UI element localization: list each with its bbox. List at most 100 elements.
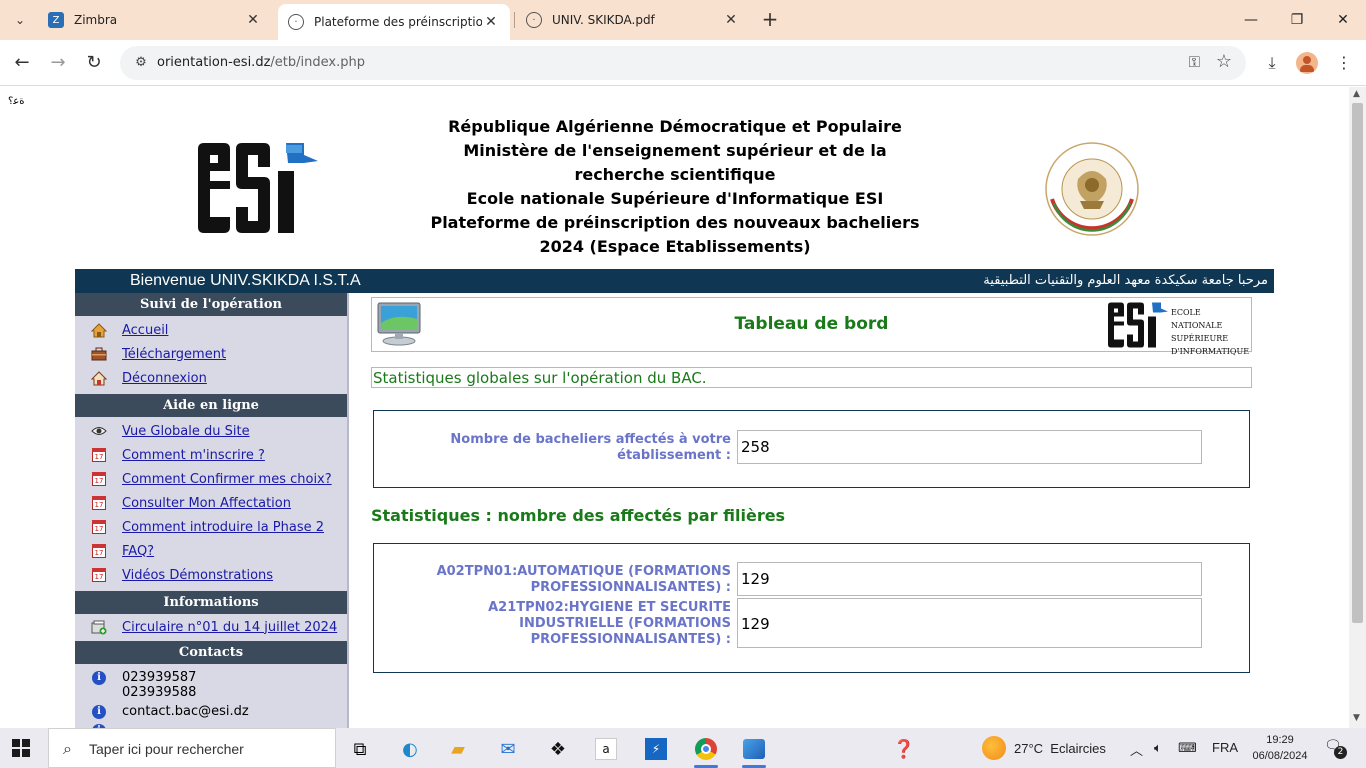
esi-logo	[198, 143, 318, 233]
info-icon: i	[90, 670, 108, 685]
tab-plateforme[interactable]: · Plateforme des préinscriptions ✕	[278, 4, 510, 40]
window-close-icon[interactable]: ✕	[1320, 6, 1366, 34]
app-blue-icon[interactable]: ⚡	[636, 732, 676, 766]
sidebar-link[interactable]: Circulaire n°01 du 14 juillet 2024	[122, 620, 337, 635]
photos-icon[interactable]	[734, 732, 774, 768]
sidebar-item-circulaire[interactable]: Circulaire n°01 du 14 juillet 2024	[75, 615, 347, 639]
close-icon[interactable]: ✕	[722, 12, 740, 28]
url-text[interactable]: orientation-esi.dz/etb/index.php	[157, 55, 365, 70]
chevron-up-icon[interactable]: ︿	[1130, 740, 1143, 759]
scroll-up-icon[interactable]: ▲	[1353, 89, 1360, 99]
header-line: République Algérienne Démocratique et Po…	[448, 117, 902, 136]
amazon-icon[interactable]: a	[586, 732, 626, 766]
tab-zimbra[interactable]: Z Zimbra ✕	[38, 4, 272, 36]
browser-toolbar: ← → ↻ ⚙ orientation-esi.dz/etb/index.php…	[0, 40, 1366, 86]
contact-email: i contact.bac@esi.dz	[90, 704, 347, 719]
sidebar-item-phase2[interactable]: 17 Comment introduire la Phase 2	[75, 515, 347, 539]
edge-icon[interactable]: ◐	[390, 732, 430, 766]
address-bar[interactable]: ⚙ orientation-esi.dz/etb/index.php ⚿ ☆	[120, 46, 1246, 80]
tab-search-icon[interactable]: ⌄	[8, 8, 32, 32]
sidebar-link[interactable]: Vidéos Démonstrations	[122, 568, 273, 583]
tab-pdf[interactable]: · UNIV. SKIKDA.pdf ✕	[516, 4, 750, 36]
weather-widget[interactable]: 27°C Eclaircies	[982, 736, 1106, 760]
globe-icon: ·	[526, 12, 542, 28]
esi-logo-small	[1108, 302, 1168, 348]
taskbar: ⌕ Taper ici pour rechercher ⧉ ◐ ▰ ✉ ❖ a …	[0, 728, 1366, 768]
scroll-down-icon[interactable]: ▼	[1353, 713, 1360, 723]
sidebar-link[interactable]: Consulter Mon Affectation	[122, 496, 291, 511]
filiere-value-field: 129	[737, 562, 1202, 596]
new-tab-icon[interactable]: +	[758, 8, 782, 32]
windows-start-icon[interactable]	[12, 739, 30, 757]
close-icon[interactable]: ✕	[482, 14, 500, 30]
sidebar-link[interactable]: Déconnexion	[122, 371, 207, 386]
tab-strip: ⌄ Z Zimbra ✕ · Plateforme des préinscrip…	[0, 0, 1366, 40]
avatar[interactable]	[1296, 52, 1318, 74]
contacts: i 023939587 023939588 i contact.bac@esi.…	[75, 670, 347, 728]
sidebar-item-faq[interactable]: 17 FAQ?	[75, 539, 347, 563]
sidebar-item-vue-globale[interactable]: Vue Globale du Site	[75, 419, 347, 443]
clock-time: 19:29	[1266, 734, 1294, 746]
scroll-thumb[interactable]	[1352, 103, 1363, 623]
dropbox-icon[interactable]: ❖	[538, 732, 578, 766]
help-icon[interactable]: ❓	[884, 732, 924, 766]
header-line: Plateforme de préinscription des nouveau…	[430, 213, 920, 232]
page-viewport: ﺓﻋ؟ République Algérienne Démocratique e…	[0, 87, 1349, 728]
chrome-icon[interactable]	[686, 732, 726, 768]
sidebar-link[interactable]: Comment Confirmer mes choix?	[122, 472, 332, 487]
page-scrollbar[interactable]: ▲ ▼	[1349, 87, 1366, 728]
info-icon: i	[90, 704, 108, 719]
language-indicator[interactable]: FRA	[1212, 740, 1238, 755]
welcome-text-arabic: مرحبا جامعة سكيكدة معهد العلوم والتقنيات…	[983, 273, 1268, 288]
tab-label: Plateforme des préinscriptions	[314, 15, 482, 29]
weather-temp: 27°C	[1014, 740, 1044, 756]
briefcase-icon	[90, 346, 108, 362]
reload-icon[interactable]: ↻	[80, 49, 108, 77]
sidebar-item-accueil[interactable]: Accueil	[75, 318, 347, 342]
sidebar-link[interactable]: Comment m'inscrire ?	[122, 448, 265, 463]
keyboard-icon[interactable]: ⌨	[1178, 740, 1197, 756]
header-line: 2024 (Espace Etablissements)	[539, 237, 811, 256]
mail-icon[interactable]: ✉	[488, 732, 528, 766]
close-icon[interactable]: ✕	[244, 12, 262, 28]
key-icon[interactable]: ⚿	[1189, 53, 1200, 71]
speaker-icon[interactable]: 🔈︎	[1154, 740, 1162, 756]
sidebar-link[interactable]: FAQ?	[122, 544, 154, 559]
taskbar-search[interactable]: ⌕ Taper ici pour rechercher	[48, 728, 336, 768]
esi-small-logo: ECOLE NATIONALE SUPÉRIEURE D'INFORMATIQU…	[1107, 300, 1249, 356]
sidebar-section-title: Suivi de l'opération	[75, 293, 347, 316]
site-info-icon[interactable]: ⚙	[132, 54, 150, 72]
eye-icon	[90, 423, 108, 439]
restore-icon[interactable]: ❐	[1274, 6, 1320, 34]
stat-box-global: Nombre de bacheliers affectés à votre ét…	[373, 410, 1250, 488]
welcome-banner: Bienvenue UNIV.SKIKDA I.S.T.A مرحبا جامع…	[75, 269, 1274, 293]
sidebar-section-title: Contacts	[75, 641, 347, 664]
star-icon[interactable]: ☆	[1216, 51, 1232, 72]
sidebar-item-affectation[interactable]: 17 Consulter Mon Affectation	[75, 491, 347, 515]
stray-text: ﺓﻋ؟	[8, 96, 25, 107]
sidebar-item-confirmer[interactable]: 17 Comment Confirmer mes choix?	[75, 467, 347, 491]
calendar-icon: 17	[90, 447, 108, 463]
sidebar-link[interactable]: Accueil	[122, 323, 168, 338]
sidebar-item-videos[interactable]: 17 Vidéos Démonstrations	[75, 563, 347, 587]
notification-icon[interactable]: 🗨︎ 2	[1324, 738, 1347, 759]
forward-icon[interactable]: →	[44, 49, 72, 77]
download-icon[interactable]: ⤓	[1258, 49, 1286, 77]
minimize-icon[interactable]: —	[1228, 6, 1274, 34]
sidebar-link[interactable]: Comment introduire la Phase 2	[122, 520, 324, 535]
calendar-icon: 17	[90, 471, 108, 487]
sidebar-item-deconnexion[interactable]: Déconnexion	[75, 366, 347, 390]
task-view-icon[interactable]: ⧉	[340, 732, 380, 766]
back-icon[interactable]: ←	[8, 49, 36, 77]
sidebar-link[interactable]: Vue Globale du Site	[122, 424, 250, 439]
sidebar-item-telechargement[interactable]: Téléchargement	[75, 342, 347, 366]
ministry-seal-logo	[1045, 142, 1139, 236]
clock[interactable]: 19:29 06/08/2024	[1248, 732, 1312, 764]
sidebar-link[interactable]: Téléchargement	[122, 347, 226, 362]
menu-icon[interactable]: ⋮	[1330, 49, 1358, 77]
file-explorer-icon[interactable]: ▰	[438, 732, 478, 766]
home-icon	[90, 322, 108, 338]
sidebar-item-inscrire[interactable]: 17 Comment m'inscrire ?	[75, 443, 347, 467]
header-line: Ecole nationale Supérieure d'Informatiqu…	[466, 189, 884, 208]
email-text: contact.bac@esi.dz	[122, 704, 249, 719]
